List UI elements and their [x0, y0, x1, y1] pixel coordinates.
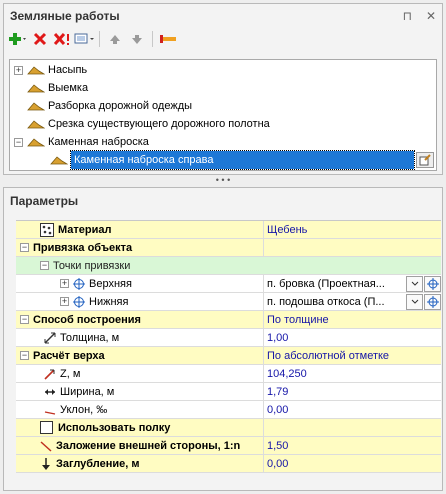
pick-point-icon[interactable] [424, 293, 441, 310]
elevation-icon [44, 368, 55, 380]
grid-left-margin [4, 220, 16, 490]
rename-icon[interactable] [416, 152, 434, 168]
profile-line-icon [160, 35, 176, 43]
slope-value[interactable]: 0,00 [264, 401, 441, 418]
toolbar-separator [99, 31, 100, 47]
parameters-panel-title: Параметры [10, 194, 79, 208]
thickness-icon [44, 332, 56, 343]
row-upper-point[interactable]: + Верхняя п. бровка (Проектная... [16, 275, 441, 293]
depth-value[interactable]: 0,00 [264, 455, 441, 472]
row-z[interactable]: Z, м 104,250 [16, 365, 441, 383]
collapse-icon[interactable]: − [14, 137, 23, 147]
delete-icon [33, 32, 47, 46]
earthwork-icon [27, 102, 45, 111]
row-outer-slope[interactable]: Заложение внешней стороны, 1:n 1,50 [16, 437, 441, 455]
slope-icon [44, 410, 56, 415]
chevron-down-icon[interactable] [406, 293, 423, 310]
tree-item-embankment[interactable]: + Насыпь [14, 61, 87, 79]
tree-item-pavement-removal[interactable]: Разборка дорожной одежды [27, 97, 192, 115]
crosshair-icon [73, 295, 85, 308]
top-calculation-value[interactable]: По абсолютной отметке [264, 347, 441, 364]
row-lower-point[interactable]: + Нижняя п. подошва откоса (П... [16, 293, 441, 311]
earthworks-toolbar [4, 28, 442, 50]
tree-item-rock-fill[interactable]: − Каменная наброска [14, 133, 149, 151]
row-binding-points[interactable]: − Точки привязки [16, 257, 441, 275]
earthworks-panel-title: Земляные работы ⊓ ✕ [4, 4, 442, 28]
collapse-icon[interactable]: − [20, 351, 29, 360]
arrow-down-icon [132, 35, 142, 44]
outer-slope-icon [40, 440, 52, 452]
row-width[interactable]: Ширина, м 1,79 [16, 383, 441, 401]
earthworks-tree[interactable]: + Насыпь Выемка Разборка дорожной одежды… [9, 59, 437, 171]
crosshair-icon [73, 277, 85, 290]
add-button[interactable] [8, 29, 28, 49]
earthwork-icon [27, 138, 45, 147]
delete-button[interactable] [30, 29, 50, 49]
tree-item-selected-label[interactable]: Каменная наброска справа [70, 150, 415, 170]
width-arrows-icon [45, 388, 55, 395]
outer-slope-value[interactable]: 1,50 [264, 437, 441, 454]
lower-point-combo[interactable]: п. подошва откоса (П... [267, 293, 441, 310]
expand-icon[interactable]: + [60, 297, 69, 306]
monitor-dropdown-icon [74, 33, 94, 44]
earthwork-icon [27, 120, 45, 129]
delete-exclaim-icon [53, 32, 69, 46]
panel-splitter[interactable]: • • • [0, 175, 446, 187]
earthworks-panel: Земляные работы ⊓ ✕ + Насыпь Выемка Разб… [3, 3, 443, 175]
tree-item-excavation[interactable]: Выемка [27, 79, 88, 97]
pick-point-icon[interactable] [424, 275, 441, 292]
width-value[interactable]: 1,79 [264, 383, 441, 400]
pin-icon[interactable]: ⊓ [403, 4, 412, 28]
property-grid: Материал Щебень − Привязка объекта − Точки… [16, 220, 441, 473]
row-construction-method[interactable]: − Способ построения По толщине [16, 311, 441, 329]
properties-button[interactable] [74, 29, 94, 49]
collapse-icon[interactable]: − [40, 261, 49, 270]
close-icon[interactable]: ✕ [426, 4, 436, 28]
expand-icon[interactable]: + [60, 279, 69, 288]
z-value[interactable]: 104,250 [264, 365, 441, 382]
arrow-up-icon [110, 35, 120, 44]
row-object-binding[interactable]: − Привязка объекта [16, 239, 441, 257]
use-berm-checkbox[interactable] [40, 421, 53, 434]
row-material[interactable]: Материал Щебень [16, 221, 441, 239]
thickness-value[interactable]: 1,00 [264, 329, 441, 346]
tree-item-rock-fill-right[interactable]: Каменная наброска справа [50, 150, 434, 170]
collapse-icon[interactable]: − [20, 243, 29, 252]
earthwork-icon [27, 66, 45, 75]
earthwork-icon [50, 156, 68, 165]
toolbar-separator [152, 31, 153, 47]
profile-button[interactable] [158, 29, 178, 49]
move-up-button[interactable] [105, 29, 125, 49]
expand-icon[interactable]: + [14, 65, 23, 75]
row-thickness[interactable]: Толщина, м 1,00 [16, 329, 441, 347]
material-icon [40, 222, 54, 237]
row-use-berm[interactable]: Использовать полку [16, 419, 441, 437]
row-depth[interactable]: Заглубление, м 0,00 [16, 455, 441, 473]
add-icon [9, 33, 26, 45]
move-down-button[interactable] [127, 29, 147, 49]
row-top-calculation[interactable]: − Расчёт верха По абсолютной отметке [16, 347, 441, 365]
material-value[interactable]: Щебень [264, 221, 441, 238]
earthwork-icon [27, 84, 45, 93]
collapse-icon[interactable]: − [20, 315, 29, 324]
upper-point-combo[interactable]: п. бровка (Проектная... [267, 275, 441, 292]
construction-method-value[interactable]: По толщине [264, 311, 441, 328]
chevron-down-icon[interactable] [406, 275, 423, 292]
row-slope[interactable]: Уклон, ‰ 0,00 [16, 401, 441, 419]
parameters-panel: Параметры Материал Щебень − Привязка объе… [3, 187, 443, 491]
depth-arrow-icon [42, 457, 50, 470]
delete-all-button[interactable] [52, 29, 72, 49]
tree-item-road-cutting[interactable]: Срезка существующего дорожного полотна [27, 115, 270, 133]
